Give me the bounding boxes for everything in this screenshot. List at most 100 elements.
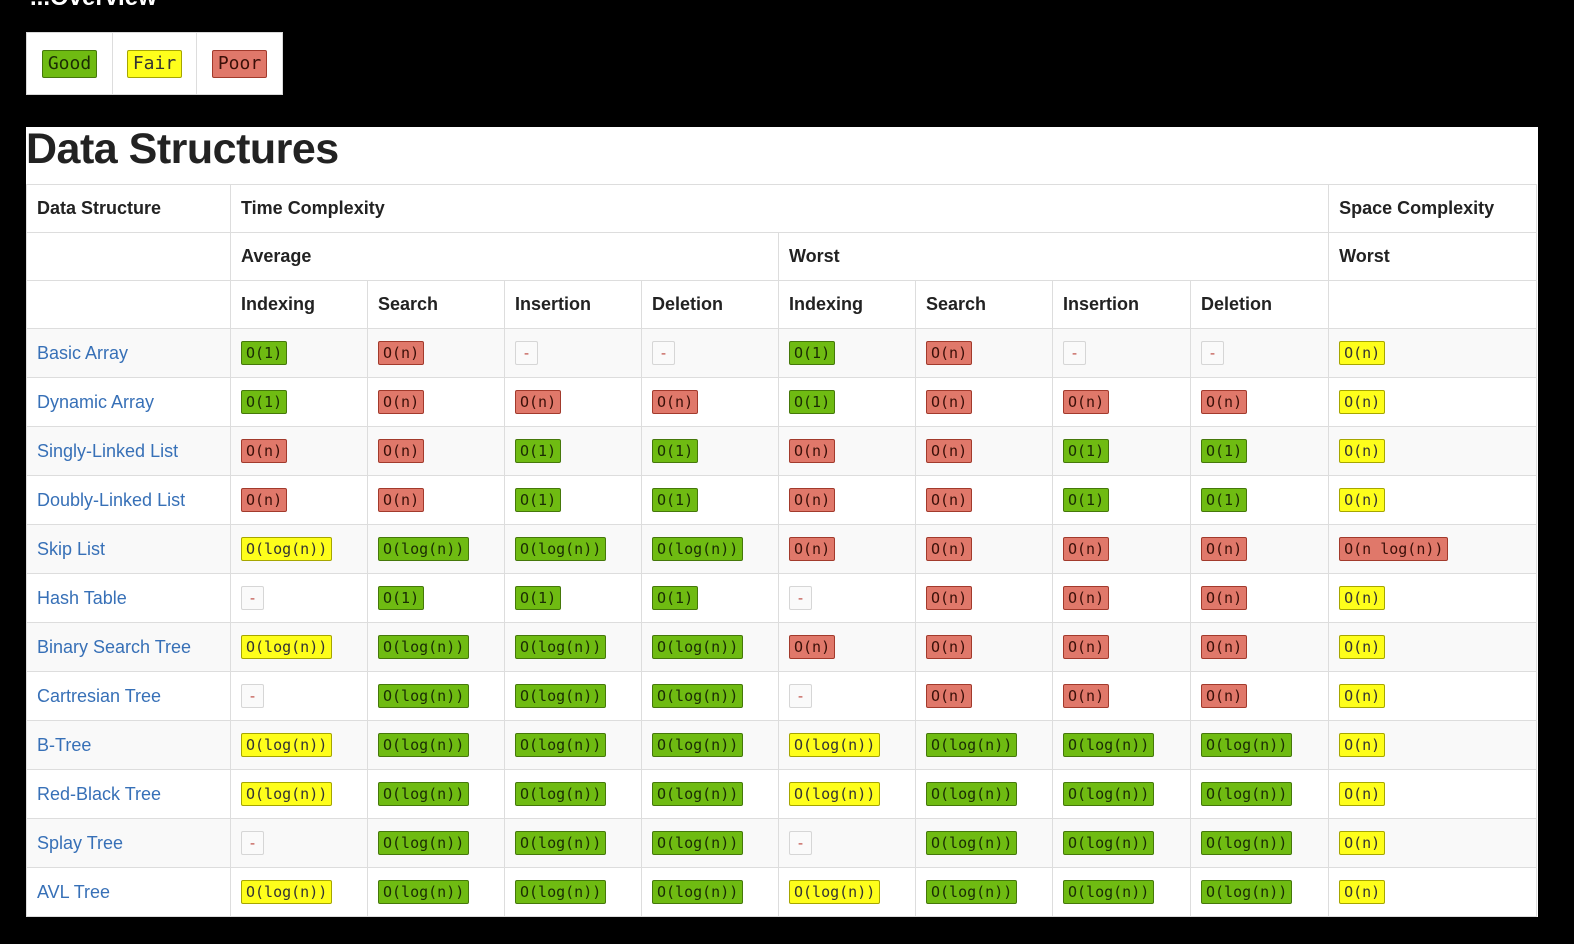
data-structure-link[interactable]: Doubly-Linked List: [37, 490, 185, 510]
complexity-badge-fair: O(n): [1339, 733, 1386, 757]
complexity-badge-good: O(log(n)): [515, 782, 607, 806]
complexity-cell: O(log(n)): [1052, 867, 1191, 917]
complexity-cell: O(log(n)): [915, 818, 1053, 868]
header-op-indexing: Indexing: [778, 280, 916, 329]
data-structure-cell: Hash Table: [26, 573, 231, 623]
complexity-cell: O(1): [230, 328, 368, 378]
data-structure-link[interactable]: AVL Tree: [37, 882, 110, 902]
complexity-cell: O(n): [778, 475, 916, 525]
complexity-cell: O(log(n)): [230, 769, 368, 819]
complexity-cell: -: [778, 671, 916, 721]
complexity-cell: O(n): [915, 475, 1053, 525]
complexity-badge-good: O(log(n)): [515, 537, 607, 561]
header-data-structure: Data Structure: [26, 184, 231, 233]
complexity-badge-good: O(log(n)): [1063, 831, 1155, 855]
complexity-badge-fair: O(n): [1339, 341, 1386, 365]
data-structure-link[interactable]: Skip List: [37, 539, 105, 559]
complexity-cell: O(1): [1189, 475, 1330, 525]
complexity-badge-poor: O(n): [926, 586, 973, 610]
data-structure-link[interactable]: Cartresian Tree: [37, 686, 161, 706]
legend-cell-good: Good: [27, 33, 113, 94]
complexity-badge-good: O(1): [652, 439, 699, 463]
complexity-cell: O(log(n)): [641, 622, 779, 672]
complexity-badge-poor: O(n): [1201, 635, 1248, 659]
complexity-cell: -: [504, 328, 642, 378]
table-row: Red-Black Tree O(log(n)) O(log(n)) O(log(n)…: [26, 769, 1538, 819]
complexity-badge-poor: O(n): [1063, 684, 1110, 708]
complexity-badge-poor: O(n): [789, 537, 836, 561]
complexity-cell: O(n): [1328, 377, 1538, 427]
complexity-cell: O(n): [230, 426, 368, 476]
complexity-badge-fair: O(log(n)): [789, 733, 881, 757]
complexity-badge-fair: O(log(n)): [241, 537, 333, 561]
complexity-badge-good: O(1): [1201, 488, 1248, 512]
complexity-cell: O(log(n)): [641, 524, 779, 574]
complexity-cell: -: [778, 573, 916, 623]
complexity-cell: O(n): [1328, 818, 1538, 868]
complexity-cell: O(n): [1052, 377, 1191, 427]
complexity-badge-good: O(log(n)): [378, 880, 470, 904]
complexity-badge-good: O(log(n)): [1063, 782, 1155, 806]
complexity-cell: O(1): [778, 328, 916, 378]
data-structure-cell: Singly-Linked List: [26, 426, 231, 476]
data-structure-link[interactable]: Binary Search Tree: [37, 637, 191, 657]
data-structure-cell: Doubly-Linked List: [26, 475, 231, 525]
complexity-badge-good: O(log(n)): [652, 684, 744, 708]
complexity-badge-good: O(log(n)): [1201, 782, 1293, 806]
data-structure-cell: Cartresian Tree: [26, 671, 231, 721]
complexity-cell: O(n log(n)): [1328, 524, 1538, 574]
complexity-cell: O(1): [641, 426, 779, 476]
data-structure-cell: Dynamic Array: [26, 377, 231, 427]
data-structure-link[interactable]: Dynamic Array: [37, 392, 154, 412]
header-op-search: Search: [367, 280, 505, 329]
complexity-cell: O(n): [1052, 671, 1191, 721]
complexity-cell: O(log(n)): [504, 524, 642, 574]
header-space-worst: Worst: [1328, 232, 1538, 281]
header-average: Average: [230, 232, 779, 281]
data-structure-cell: B-Tree: [26, 720, 231, 770]
complexity-cell: O(n): [1189, 573, 1330, 623]
complexity-cell: O(log(n)): [367, 622, 505, 672]
data-structures-panel: Data Structures Data Structure Time Comp…: [26, 127, 1538, 917]
legend-badge-good: Good: [41, 49, 98, 78]
complexity-badge-poor: O(n): [241, 439, 288, 463]
data-structure-link[interactable]: Red-Black Tree: [37, 784, 161, 804]
complexity-cell: O(log(n)): [1189, 720, 1330, 770]
complexity-cell: O(n): [367, 377, 505, 427]
complexity-badge-good: O(log(n)): [378, 782, 470, 806]
complexity-cell: O(n): [1328, 867, 1538, 917]
complexity-cell: O(n): [641, 377, 779, 427]
data-structure-link[interactable]: B-Tree: [37, 735, 91, 755]
complexity-cell: O(n): [1328, 720, 1538, 770]
complexity-badge-gray: -: [515, 341, 539, 365]
data-structure-link[interactable]: Hash Table: [37, 588, 127, 608]
complexity-badge-poor: O(n): [1063, 635, 1110, 659]
data-structure-cell: Binary Search Tree: [26, 622, 231, 672]
complexity-cell: O(1): [1189, 426, 1330, 476]
complexity-badge-good: O(log(n)): [652, 537, 744, 561]
data-structure-cell: Skip List: [26, 524, 231, 574]
data-structure-link[interactable]: Splay Tree: [37, 833, 123, 853]
complexity-badge-fair: O(log(n)): [241, 635, 333, 659]
complexity-cell: O(n): [367, 426, 505, 476]
complexity-cell: O(n): [1052, 573, 1191, 623]
complexity-cell: O(log(n)): [504, 720, 642, 770]
data-structure-link[interactable]: Basic Array: [37, 343, 128, 363]
complexity-cell: O(log(n)): [641, 720, 779, 770]
complexity-cell: O(log(n)): [641, 769, 779, 819]
legend-badge-fair: Fair: [126, 49, 183, 78]
complexity-badge-good: O(log(n)): [1201, 831, 1293, 855]
header-worst: Worst: [777, 232, 1330, 281]
data-structure-link[interactable]: Singly-Linked List: [37, 441, 178, 461]
complexity-badge-gray: -: [652, 341, 676, 365]
complexity-cell: -: [1189, 328, 1330, 378]
complexity-badge-poor: O(n): [652, 390, 699, 414]
header-op-insertion: Insertion: [1052, 280, 1191, 329]
complexity-cell: O(log(n)): [504, 818, 642, 868]
complexity-cell: O(n): [1189, 622, 1330, 672]
complexity-badge-fair: O(log(n)): [241, 880, 333, 904]
complexity-badge-poor: O(n): [926, 635, 973, 659]
complexity-badge-gray: -: [241, 831, 265, 855]
complexity-badge-fair: O(n): [1339, 390, 1386, 414]
complexity-cell: O(log(n)): [230, 524, 368, 574]
